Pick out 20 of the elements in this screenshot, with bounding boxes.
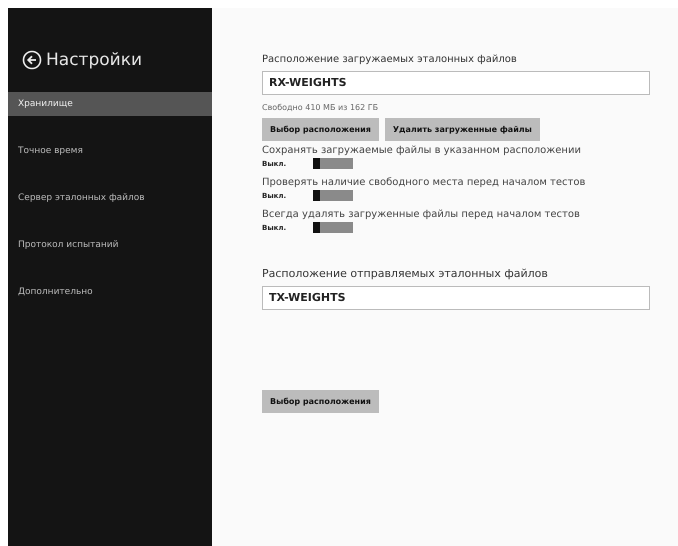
- location-field[interactable]: RX-WEIGHTS: [262, 71, 650, 95]
- sidebar-item[interactable]: Дополнительно: [8, 280, 212, 304]
- sidebar-item[interactable]: Точное время: [8, 139, 212, 163]
- toggle-label: Проверять наличие свободного места перед началом тестов: [262, 177, 586, 188]
- toggle-switch[interactable]: [313, 222, 353, 233]
- free-space-text: Свободно 410 МБ из 162 ГБ: [262, 103, 380, 112]
- section-heading: Расположение загружаемых эталонных файлов: [262, 54, 518, 65]
- toggle-switch[interactable]: [313, 158, 353, 169]
- location-field[interactable]: TX-WEIGHTS: [262, 286, 650, 310]
- sidebar-item[interactable]: Хранилище: [8, 92, 212, 116]
- action-button[interactable]: Удалить загруженные файлы: [384, 118, 540, 141]
- toggle-label: Сохранять загружаемые файлы в указанном расположении: [262, 145, 582, 156]
- action-button[interactable]: Выбор расположения: [262, 118, 379, 141]
- sidebar-item[interactable]: Протокол испытаний: [8, 233, 212, 257]
- section-heading: Расположение отправляемых эталонных файлов: [262, 267, 549, 280]
- settings-title: Настройки: [46, 50, 142, 70]
- sidebar-item[interactable]: Сервер эталонных файлов: [8, 186, 212, 210]
- toggle-label: Всегда удалять загруженные файлы перед началом тестов: [262, 209, 581, 220]
- action-button[interactable]: Выбор расположения: [262, 390, 379, 413]
- toggle-switch[interactable]: [313, 190, 353, 201]
